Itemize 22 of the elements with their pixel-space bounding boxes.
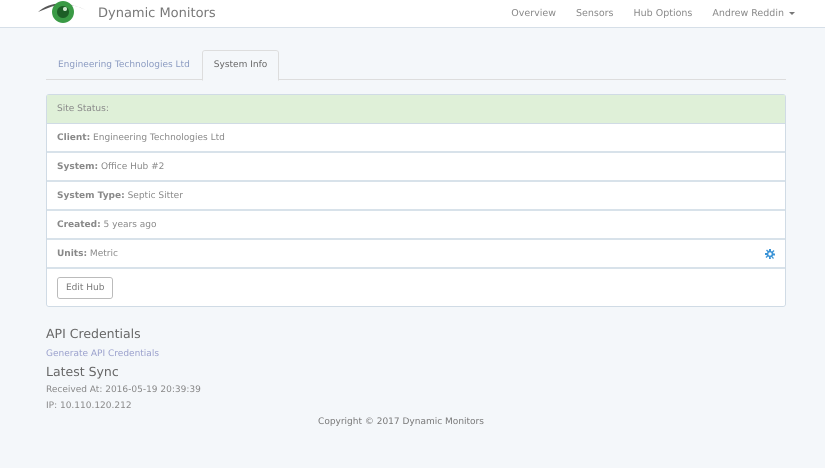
ip-text: IP: 10.110.120.212: [46, 401, 133, 411]
info-text: Client: Engineering Technologies Ltd: [57, 132, 225, 142]
info-text: Created: 5 years ago: [57, 220, 156, 230]
generate-link[interactable]: Generate API Credentials: [46, 349, 786, 359]
tab[interactable]: Engineering Technologies Ltd: [46, 50, 202, 79]
section-title: API Credentials: [46, 326, 142, 341]
tab[interactable]: System Info: [202, 50, 280, 81]
edit-hub-button[interactable]: Edit Hub: [57, 276, 114, 298]
brand-name[interactable]: Dynamic Monitors: [98, 6, 216, 21]
info-text: Units: Metric: [57, 248, 118, 258]
user-menu[interactable]: Andrew Reddin: [712, 8, 795, 19]
nav-link[interactable]: Sensors: [576, 8, 614, 19]
section-title: Latest Sync: [46, 364, 120, 379]
nav-link[interactable]: Hub Options: [634, 8, 692, 19]
received-text: Received At: 2016-05-19 20:39:39: [46, 385, 202, 395]
copyright-text: Copyright © 2017 Dynamic Monitors: [318, 417, 484, 427]
panel-heading: Site Status:: [47, 95, 785, 124]
info-text: System: Office Hub #2: [57, 162, 164, 172]
caret-icon: [789, 12, 795, 15]
settings-icon[interactable]: [765, 248, 775, 258]
nav-link[interactable]: Overview: [511, 8, 556, 19]
info-text: System Type: Septic Sitter: [57, 190, 183, 200]
